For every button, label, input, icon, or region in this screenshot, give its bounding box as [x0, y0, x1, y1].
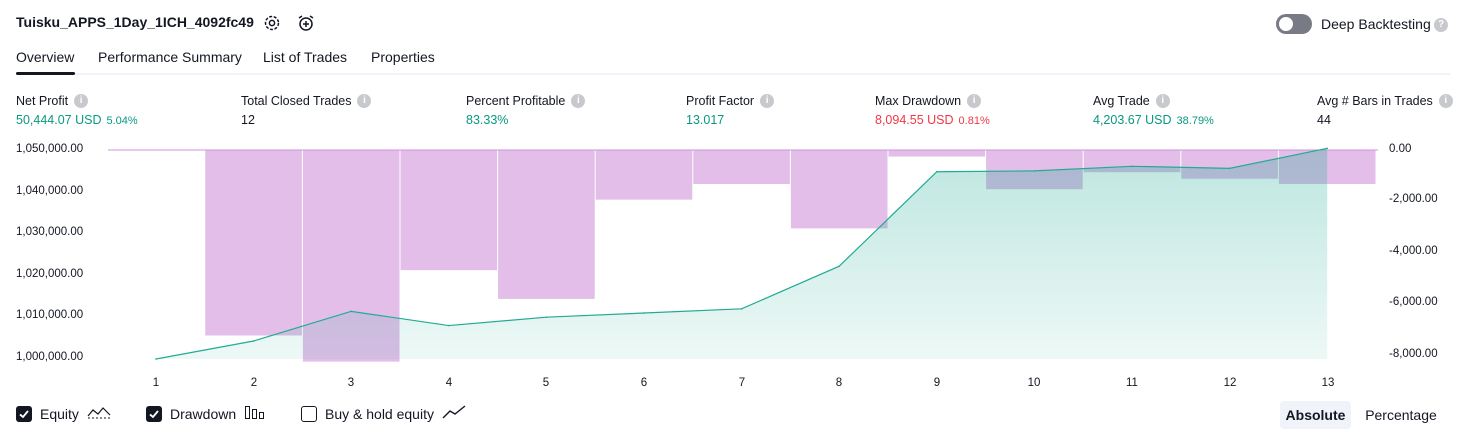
- right-axis-tick-label: -8,000.00: [1389, 348, 1438, 360]
- x-axis-tick-label: 10: [1027, 377, 1041, 389]
- legend-equity-label: Equity: [40, 405, 79, 422]
- left-axis-tick-label: 1,030,000.00: [16, 226, 84, 238]
- drawdown-bar: [693, 150, 790, 184]
- drawdown-bar: [595, 150, 693, 200]
- equity-point: [350, 310, 353, 313]
- legend-equity[interactable]: Equity: [16, 404, 111, 423]
- buy-hold-line-icon: [442, 404, 466, 423]
- drawdown-bar: [888, 150, 986, 157]
- x-axis-tick-label: 2: [250, 377, 258, 389]
- left-axis-tick-label: 1,050,000.00: [16, 143, 84, 155]
- equity-point: [1326, 147, 1328, 150]
- x-axis-tick-label: 5: [542, 377, 550, 389]
- x-axis-tick-label: 13: [1321, 377, 1335, 389]
- legend-buy-hold[interactable]: Buy & hold equity: [301, 404, 466, 423]
- equity-point: [252, 340, 255, 342]
- x-axis-tick-label: 8: [835, 377, 843, 389]
- x-axis-tick-label: 4: [445, 377, 453, 389]
- right-axis-tick-label: 0.00: [1389, 143, 1412, 155]
- right-axis-tick-label: -6,000.00: [1389, 296, 1438, 308]
- equity-line-icon: [87, 404, 111, 423]
- x-axis-tick-label: 3: [347, 377, 355, 389]
- equity-point: [838, 265, 840, 268]
- buy-hold-checkbox[interactable]: [301, 405, 317, 422]
- right-axis-tick-label: -4,000.00: [1389, 245, 1438, 257]
- equity-checkbox[interactable]: [16, 405, 32, 422]
- right-axis-tick-label: -2,000.00: [1389, 193, 1438, 205]
- equity-drawdown-chart: [108, 147, 1378, 362]
- absolute-button[interactable]: Absolute: [1280, 401, 1351, 429]
- legend-drawdown-label: Drawdown: [170, 405, 237, 422]
- drawdown-checkbox[interactable]: [146, 405, 162, 422]
- x-axis-tick-label: 9: [933, 377, 941, 389]
- x-axis-tick-label: 7: [738, 377, 746, 389]
- drawdown-bar: [498, 150, 595, 299]
- left-axis-tick-label: 1,040,000.00: [16, 185, 84, 197]
- equity-point: [1131, 165, 1133, 168]
- equity-point: [740, 308, 743, 310]
- x-axis-tick-label: 6: [640, 377, 648, 389]
- equity-point: [545, 316, 548, 319]
- left-axis-tick-label: 1,020,000.00: [16, 268, 84, 280]
- equity-point: [643, 312, 645, 314]
- x-axis-tick-label: 1: [152, 377, 160, 389]
- drawdown-bar: [790, 150, 888, 229]
- left-axis-tick-label: 1,000,000.00: [16, 351, 84, 363]
- left-axis-tick-label: 1,010,000.00: [16, 309, 84, 321]
- x-axis-tick-label: 12: [1223, 377, 1237, 389]
- equity-point: [448, 324, 450, 327]
- percentage-button[interactable]: Percentage: [1358, 401, 1444, 429]
- equity-point: [936, 170, 938, 173]
- drawdown-bar: [205, 150, 302, 336]
- drawdown-bar: [400, 150, 498, 271]
- legend-buy-hold-label: Buy & hold equity: [325, 405, 434, 422]
- equity-point: [1033, 170, 1036, 172]
- equity-point: [1228, 167, 1231, 170]
- x-axis-tick-label: 11: [1126, 377, 1138, 389]
- equity-point: [155, 358, 157, 360]
- drawdown-bars-icon: [244, 404, 266, 423]
- legend-drawdown[interactable]: Drawdown: [146, 404, 266, 423]
